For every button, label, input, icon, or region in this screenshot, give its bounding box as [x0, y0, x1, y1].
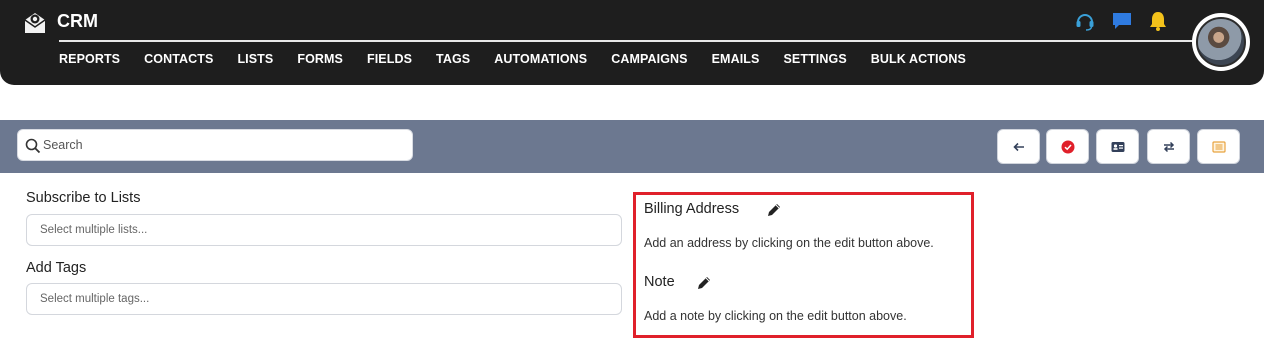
- search-icon: [25, 138, 41, 154]
- back-button[interactable]: [997, 129, 1040, 164]
- nav-item-lists[interactable]: LISTS: [237, 52, 273, 66]
- billing-address-title: Billing Address: [644, 201, 740, 217]
- list-icon: [1211, 140, 1226, 153]
- contact-card-button[interactable]: [1096, 129, 1139, 164]
- search-input[interactable]: [43, 130, 403, 160]
- chat-icon[interactable]: [1111, 10, 1133, 32]
- main-nav: REPORTS CONTACTS LISTS FORMS FIELDS TAGS…: [59, 52, 990, 66]
- edit-billing-address-pencil-icon[interactable]: [765, 201, 783, 219]
- status-button[interactable]: [1046, 129, 1089, 164]
- subscribe-lists-label: Subscribe to Lists: [26, 190, 141, 206]
- tags-placeholder: Select multiple tags...: [40, 293, 150, 305]
- check-circle-icon: [1061, 140, 1074, 153]
- nav-item-tags[interactable]: TAGS: [436, 52, 470, 66]
- search-box: [17, 129, 413, 161]
- note-hint: Add a note by clicking on the edit butto…: [644, 309, 907, 323]
- nav-item-settings[interactable]: SETTINGS: [783, 52, 846, 66]
- lists-multiselect[interactable]: Select multiple lists...: [26, 214, 622, 246]
- nav-item-reports[interactable]: REPORTS: [59, 52, 120, 66]
- top-navigation-bar: CRM REPORTS CONTACTS LISTS FORMS FIELDS …: [0, 0, 1264, 85]
- nav-divider: [59, 40, 1209, 42]
- nav-item-emails[interactable]: EMAILS: [712, 52, 760, 66]
- address-note-panel: Billing Address Add an address by clicki…: [633, 192, 974, 338]
- swap-icon: [1163, 141, 1174, 152]
- add-tags-label: Add Tags: [26, 260, 87, 276]
- nav-item-bulk-actions[interactable]: BULK ACTIONS: [871, 52, 966, 66]
- nav-item-forms[interactable]: FORMS: [297, 52, 343, 66]
- edit-note-pencil-icon[interactable]: [695, 274, 713, 292]
- sync-button[interactable]: [1147, 129, 1190, 164]
- user-avatar[interactable]: [1192, 13, 1250, 71]
- contact-toolbar: [0, 120, 1264, 173]
- tags-multiselect[interactable]: Select multiple tags...: [26, 283, 622, 315]
- nav-item-campaigns[interactable]: CAMPAIGNS: [611, 52, 687, 66]
- back-arrow-icon: [1012, 142, 1024, 151]
- brand-title[interactable]: CRM: [57, 11, 98, 32]
- nav-item-fields[interactable]: FIELDS: [367, 52, 412, 66]
- billing-address-hint: Add an address by clicking on the edit b…: [644, 236, 934, 250]
- details-button[interactable]: [1197, 129, 1240, 164]
- nav-item-automations[interactable]: AUTOMATIONS: [494, 52, 587, 66]
- note-title: Note: [644, 274, 675, 290]
- headset-icon[interactable]: [1074, 10, 1096, 32]
- bell-icon[interactable]: [1147, 10, 1169, 32]
- lists-placeholder: Select multiple lists...: [40, 224, 148, 236]
- nav-item-contacts[interactable]: CONTACTS: [144, 52, 213, 66]
- id-card-icon: [1111, 141, 1124, 152]
- avatar-photo: [1196, 17, 1246, 67]
- crm-logo-icon: [24, 13, 46, 33]
